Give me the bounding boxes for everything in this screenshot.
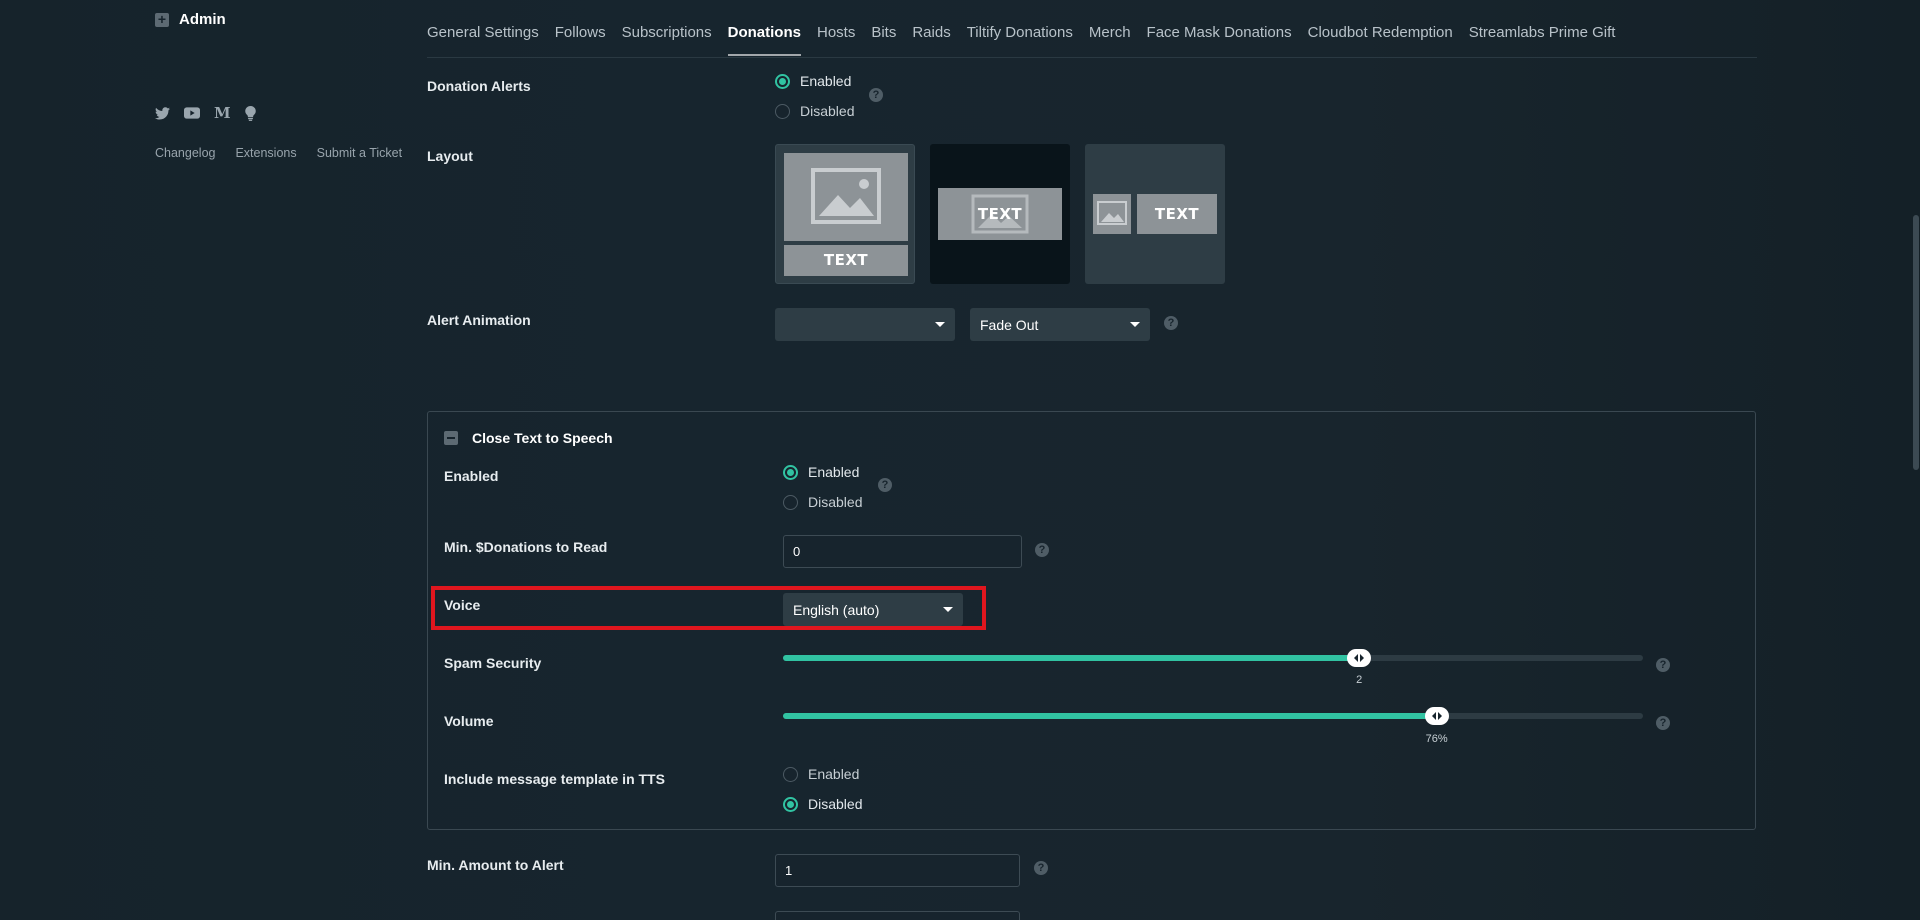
tts-enabled-radio-group: Enabled Disabled	[783, 457, 862, 517]
include-template-label: Include message template in TTS	[444, 771, 665, 787]
radio-label: Disabled	[808, 494, 863, 510]
layout-option-text-over-image[interactable]: TEXT	[930, 144, 1070, 284]
volume-label: Volume	[444, 713, 494, 729]
radio-checked-icon	[775, 73, 790, 89]
help-icon[interactable]: ?	[1164, 316, 1178, 330]
medium-icon[interactable]: M	[214, 104, 231, 122]
alert-type-tabs: General Settings Follows Subscriptions Dona…	[427, 0, 1757, 58]
image-placeholder-icon	[784, 153, 908, 241]
changelog-link[interactable]: Changelog	[155, 146, 215, 160]
tab-cloudbot-redemption[interactable]: Cloudbot Redemption	[1308, 24, 1453, 55]
alert-animation-out-select[interactable]: Fade Out	[970, 308, 1150, 341]
help-icon[interactable]: ?	[869, 88, 883, 102]
include-template-radio-group: Enabled Disabled	[783, 759, 862, 819]
layout-option-image-above-text[interactable]: TEXT	[775, 144, 915, 284]
slider-handle[interactable]	[1424, 707, 1449, 725]
scrollbar-thumb[interactable]	[1913, 215, 1919, 470]
include-template-disabled-radio[interactable]: Disabled	[783, 789, 862, 819]
help-icon[interactable]: ?	[878, 478, 892, 492]
min-donations-label: Min. $Donations to Read	[444, 539, 608, 555]
donation-alerts-disabled-radio[interactable]: Disabled	[775, 96, 854, 126]
lightbulb-icon[interactable]	[244, 105, 256, 121]
extensions-link[interactable]: Extensions	[235, 146, 296, 160]
chevron-down-icon	[1130, 322, 1140, 327]
alert-animation-in-select[interactable]	[775, 308, 955, 341]
volume-value: 76%	[1425, 733, 1448, 745]
radio-label: Disabled	[800, 103, 855, 119]
radio-label: Disabled	[808, 796, 863, 812]
layout-options: TEXT TEXT TEXT	[775, 144, 1225, 284]
slider-fill	[783, 713, 1437, 719]
expand-icon: +	[155, 12, 169, 27]
radio-checked-icon	[783, 796, 798, 812]
layout-option-image-left-text[interactable]: TEXT	[1085, 144, 1225, 284]
radio-unchecked-icon	[783, 494, 798, 510]
spam-security-slider[interactable]	[783, 649, 1643, 667]
tab-donations[interactable]: Donations	[727, 24, 802, 56]
slider-fill	[783, 655, 1360, 661]
next-setting-input[interactable]	[775, 911, 1020, 920]
min-amount-alert-label: Min. Amount to Alert	[427, 857, 564, 873]
tts-title: Close Text to Speech	[472, 430, 613, 446]
radio-checked-icon	[783, 464, 798, 480]
voice-label: Voice	[444, 597, 481, 613]
donation-alerts-label: Donation Alerts	[427, 78, 531, 94]
tts-collapse-toggle[interactable]: Close Text to Speech	[444, 430, 613, 446]
spam-security-value: 2	[1356, 674, 1363, 686]
alert-animation-label: Alert Animation	[427, 312, 531, 328]
spam-security-label: Spam Security	[444, 655, 542, 671]
page: + Admin M Changelog Extensions Submit a …	[0, 0, 1920, 920]
sidebar-item-label: Admin	[179, 11, 226, 28]
min-donations-input[interactable]: 0	[783, 535, 1022, 568]
twitter-icon[interactable]	[155, 106, 170, 120]
layout-label: Layout	[427, 148, 473, 164]
tab-bits[interactable]: Bits	[871, 24, 896, 55]
tab-face-mask-donations[interactable]: Face Mask Donations	[1147, 24, 1292, 55]
tab-streamlabs-prime-gift[interactable]: Streamlabs Prime Gift	[1469, 24, 1616, 55]
help-icon[interactable]: ?	[1656, 716, 1670, 730]
help-icon[interactable]: ?	[1035, 543, 1049, 557]
radio-unchecked-icon	[775, 103, 790, 119]
radio-label: Enabled	[808, 766, 860, 782]
tab-tiltify-donations[interactable]: Tiltify Donations	[967, 24, 1073, 55]
radio-label: Enabled	[808, 464, 860, 480]
help-icon[interactable]: ?	[1656, 658, 1670, 672]
donation-alerts-enabled-radio[interactable]: Enabled	[775, 66, 854, 96]
chevron-down-icon	[943, 607, 953, 612]
help-icon[interactable]: ?	[1034, 861, 1048, 875]
chevron-down-icon	[935, 322, 945, 327]
page-scrollbar[interactable]	[1912, 0, 1920, 920]
tts-enabled-label: Enabled	[444, 468, 499, 484]
tts-disabled-radio[interactable]: Disabled	[783, 487, 862, 517]
slider-handle[interactable]	[1347, 649, 1372, 667]
layout-text-block: TEXT	[977, 205, 1023, 223]
tab-raids[interactable]: Raids	[912, 24, 950, 55]
select-value: English (auto)	[793, 601, 880, 618]
radio-label: Enabled	[800, 73, 852, 89]
include-template-enabled-radio[interactable]: Enabled	[783, 759, 862, 789]
radio-unchecked-icon	[783, 766, 798, 782]
min-amount-alert-input[interactable]: 1	[775, 854, 1020, 887]
sidebar-item-admin[interactable]: + Admin	[155, 11, 226, 28]
collapse-icon	[444, 431, 458, 445]
social-links: M	[155, 104, 256, 122]
tab-subscriptions[interactable]: Subscriptions	[622, 24, 712, 55]
footer-links: Changelog Extensions Submit a Ticket	[155, 146, 402, 160]
image-placeholder-icon	[1093, 194, 1131, 234]
tts-enabled-radio[interactable]: Enabled	[783, 457, 862, 487]
donation-alerts-radio-group: Enabled Disabled	[775, 66, 854, 126]
voice-select[interactable]: English (auto)	[783, 593, 963, 626]
submit-ticket-link[interactable]: Submit a Ticket	[317, 146, 402, 160]
youtube-icon[interactable]	[184, 107, 200, 119]
layout-text-block: TEXT	[784, 245, 908, 276]
tab-general-settings[interactable]: General Settings	[427, 24, 539, 55]
layout-text-block: TEXT	[1137, 194, 1217, 234]
select-value: Fade Out	[980, 316, 1039, 333]
volume-slider[interactable]	[783, 707, 1643, 725]
tab-merch[interactable]: Merch	[1089, 24, 1131, 55]
tab-follows[interactable]: Follows	[555, 24, 606, 55]
tab-hosts[interactable]: Hosts	[817, 24, 855, 55]
